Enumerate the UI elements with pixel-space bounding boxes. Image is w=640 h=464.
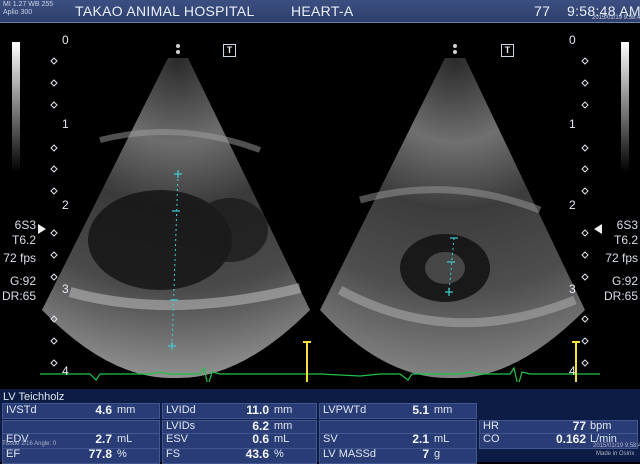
depth-label-2-left: 2	[62, 198, 69, 212]
footer-made-in: Made in Osirix	[596, 451, 635, 457]
preset-name: HEART-A	[291, 3, 354, 19]
label-ef: EF	[6, 448, 21, 460]
unit-lvidd: mm	[274, 404, 293, 416]
depth-label-4-right: 4	[569, 364, 576, 378]
value-co: 0.162	[555, 432, 586, 446]
footer-date: 2015/01/19 9:58:48	[593, 443, 640, 449]
depth-label-3-left: 3	[62, 282, 69, 296]
value-esv: 0.6	[252, 432, 269, 446]
header-bar: MI 1.27 WB 255 Aplio 300 TAKAO ANIMAL HO…	[0, 0, 640, 23]
transducer-marker-left: T	[223, 44, 236, 57]
unit-esv: mL	[274, 433, 290, 445]
fps-label: 72 fps	[605, 251, 638, 265]
ultrasound-image	[38, 44, 602, 382]
transducer-marker-right: T	[501, 44, 514, 57]
probe-label: 6S3	[616, 218, 638, 232]
value-lvpwtd: 5.1	[412, 403, 429, 417]
fps-label: 72 fps	[3, 251, 36, 265]
depth-label-4-left: 4	[62, 364, 69, 378]
unit-hr: bpm	[590, 420, 612, 432]
unit-edv: mL	[117, 433, 133, 445]
label-sv: SV	[323, 433, 338, 445]
label-co: CO	[483, 433, 500, 445]
dynamic-range-label: DR:65	[603, 289, 638, 303]
grayscale-bar-left	[12, 42, 20, 172]
unit-sv: mL	[434, 433, 450, 445]
value-lvidd: 11.0	[246, 403, 269, 417]
value-ivstd: 4.6	[95, 403, 112, 417]
depth-label-0-right: 0	[569, 33, 576, 47]
depth-label-3-right: 3	[569, 282, 576, 296]
unit-lvids: mm	[274, 420, 293, 432]
settings-panel-left: 6S3 T6.2 72 fps G:92 DR:65	[2, 218, 36, 304]
label-lvpwtd: LVPWTd	[323, 404, 367, 416]
value-lvids: 6.2	[252, 419, 269, 433]
tgc-label: T6.2	[11, 233, 36, 247]
header-mi-wb: MI 1.27 WB 255	[3, 1, 54, 8]
value-lv-massd: 7	[422, 447, 429, 461]
gain-label: G:92	[611, 274, 638, 288]
unit-fs: %	[274, 448, 284, 460]
value-sv: 2.1	[412, 432, 429, 446]
hospital-name: TAKAO ANIMAL HOSPITAL	[75, 3, 255, 19]
unit-lv-massd: g	[434, 448, 441, 460]
grayscale-bar-right	[621, 42, 629, 172]
frame-number: 77	[534, 3, 551, 19]
tgc-label: T6.2	[613, 233, 638, 247]
label-ivstd: IVSTd	[6, 404, 37, 416]
label-lvids: LVIDs	[166, 420, 196, 432]
depth-label-1-right: 1	[569, 117, 576, 131]
depth-label-0-left: 0	[62, 33, 69, 47]
header-date: 2015/01/19 9:58:48	[592, 15, 640, 21]
value-edv: 2.7	[95, 432, 112, 446]
label-fs: FS	[166, 448, 181, 460]
label-lvidd: LVIDd	[166, 404, 196, 416]
value-ef: 77.8	[88, 447, 112, 461]
unit-ivstd: mm	[117, 404, 136, 416]
label-lv-massd: LV MASSd	[323, 448, 376, 460]
unit-ef: %	[117, 448, 127, 460]
probe-label: 6S3	[14, 218, 36, 232]
unit-lvpwtd: mm	[434, 404, 453, 416]
gain-label: G:92	[9, 274, 36, 288]
right-sector-scan	[320, 58, 585, 379]
header-system: Aplio 300	[3, 9, 33, 16]
label-esv: ESV	[166, 433, 189, 445]
ecg-trace	[40, 366, 600, 382]
value-hr: 77	[572, 419, 586, 433]
value-fs: 43.6	[245, 447, 269, 461]
dynamic-range-label: DR:65	[2, 289, 37, 303]
settings-panel-right: 6S3 T6.2 72 fps G:92 DR:65	[598, 218, 638, 304]
depth-label-2-right: 2	[569, 198, 576, 212]
report-title: LV Teichholz	[3, 391, 65, 403]
footer-tissue-info: Tissue 2/16 Angle: 0	[2, 441, 57, 447]
depth-label-1-left: 1	[62, 117, 69, 131]
label-hr: HR	[483, 420, 499, 432]
